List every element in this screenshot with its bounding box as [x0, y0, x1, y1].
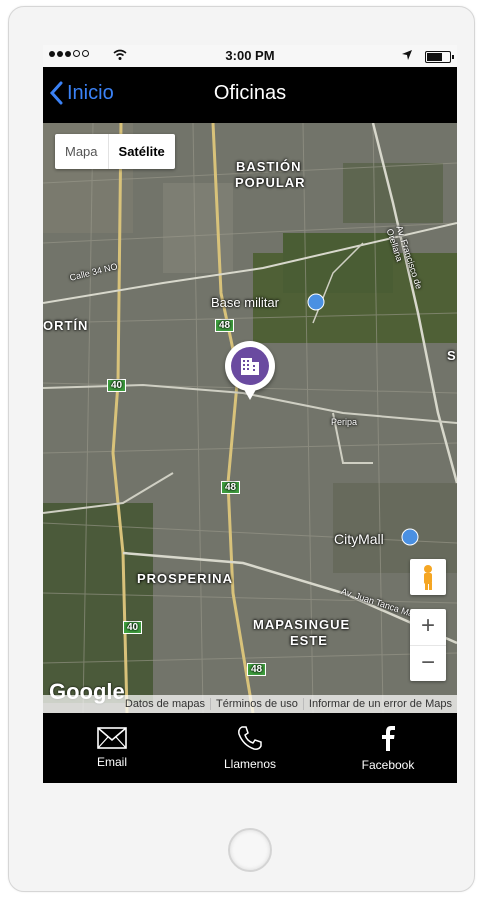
terms-link[interactable]: Términos de uso [209, 698, 303, 710]
phone-frame: 3:00 PM Inicio Oficinas Mapa Satélite BA… [8, 6, 475, 892]
route-badge-48: 48 [215, 319, 235, 332]
building-icon [241, 358, 259, 375]
status-bar: 3:00 PM [43, 45, 457, 67]
battery-icon [425, 51, 454, 63]
map-label-bastion: BASTIÓN [236, 159, 302, 174]
map-type-control: Mapa Satélite [55, 134, 175, 169]
tab-email-label: Email [96, 755, 127, 769]
route-badge-40: 40 [123, 621, 143, 634]
location-arrow-icon [402, 50, 412, 60]
route-badge-40: 40 [107, 379, 127, 392]
zoom-out-button[interactable]: − [410, 646, 446, 682]
tab-email[interactable]: Email [43, 713, 181, 783]
map-label-popular: POPULAR [235, 175, 306, 190]
status-time: 3:00 PM [225, 48, 275, 63]
office-map-pin[interactable] [225, 341, 275, 400]
zoom-control: + − [410, 609, 446, 681]
zoom-in-button[interactable]: + [410, 609, 446, 646]
tab-facebook[interactable]: Facebook [319, 713, 457, 783]
map-label-base-militar: Base militar [211, 295, 279, 310]
tab-llamenos-label: Llamenos [223, 757, 277, 771]
route-badge-48: 48 [247, 663, 267, 676]
page-title: Oficinas [213, 82, 287, 104]
navigation-bar: Inicio Oficinas [43, 67, 457, 123]
report-error-link[interactable]: Informar de un error de Maps [302, 698, 457, 710]
envelope-icon [97, 727, 127, 749]
route-badge-48: 48 [221, 481, 241, 494]
map-label-peripa: Peripa [331, 417, 358, 427]
tab-llamenos[interactable]: Llamenos [181, 713, 319, 783]
phone-icon [238, 726, 262, 750]
map-imagery [43, 123, 457, 713]
home-button[interactable] [228, 828, 272, 872]
satellite-map[interactable]: Mapa Satélite BASTIÓN POPULAR Base milit… [43, 123, 457, 713]
map-label-fortin: ORTÍN [43, 318, 89, 333]
map-type-satellite-button[interactable]: Satélite [107, 134, 175, 169]
tab-facebook-label: Facebook [361, 758, 415, 772]
map-label-citymall: CityMall [334, 531, 384, 547]
map-label-este: ESTE [290, 633, 328, 648]
bottom-tab-bar: Email Llamenos Facebook [43, 713, 457, 783]
pegman-icon [424, 565, 432, 590]
map-label-s-edge: S [447, 348, 457, 363]
facebook-icon [382, 726, 395, 751]
map-label-prosperina: PROSPERINA [137, 571, 233, 586]
map-type-mapa-button[interactable]: Mapa [55, 134, 108, 169]
map-label-mapasingue: MAPASINGUE [253, 617, 351, 632]
phone-screen: 3:00 PM Inicio Oficinas Mapa Satélite BA… [43, 45, 457, 783]
street-view-pegman-button[interactable] [410, 559, 446, 595]
map-attribution: Datos de mapas Términos de uso Informar … [43, 695, 457, 713]
map-data-link[interactable]: Datos de mapas [120, 698, 210, 710]
